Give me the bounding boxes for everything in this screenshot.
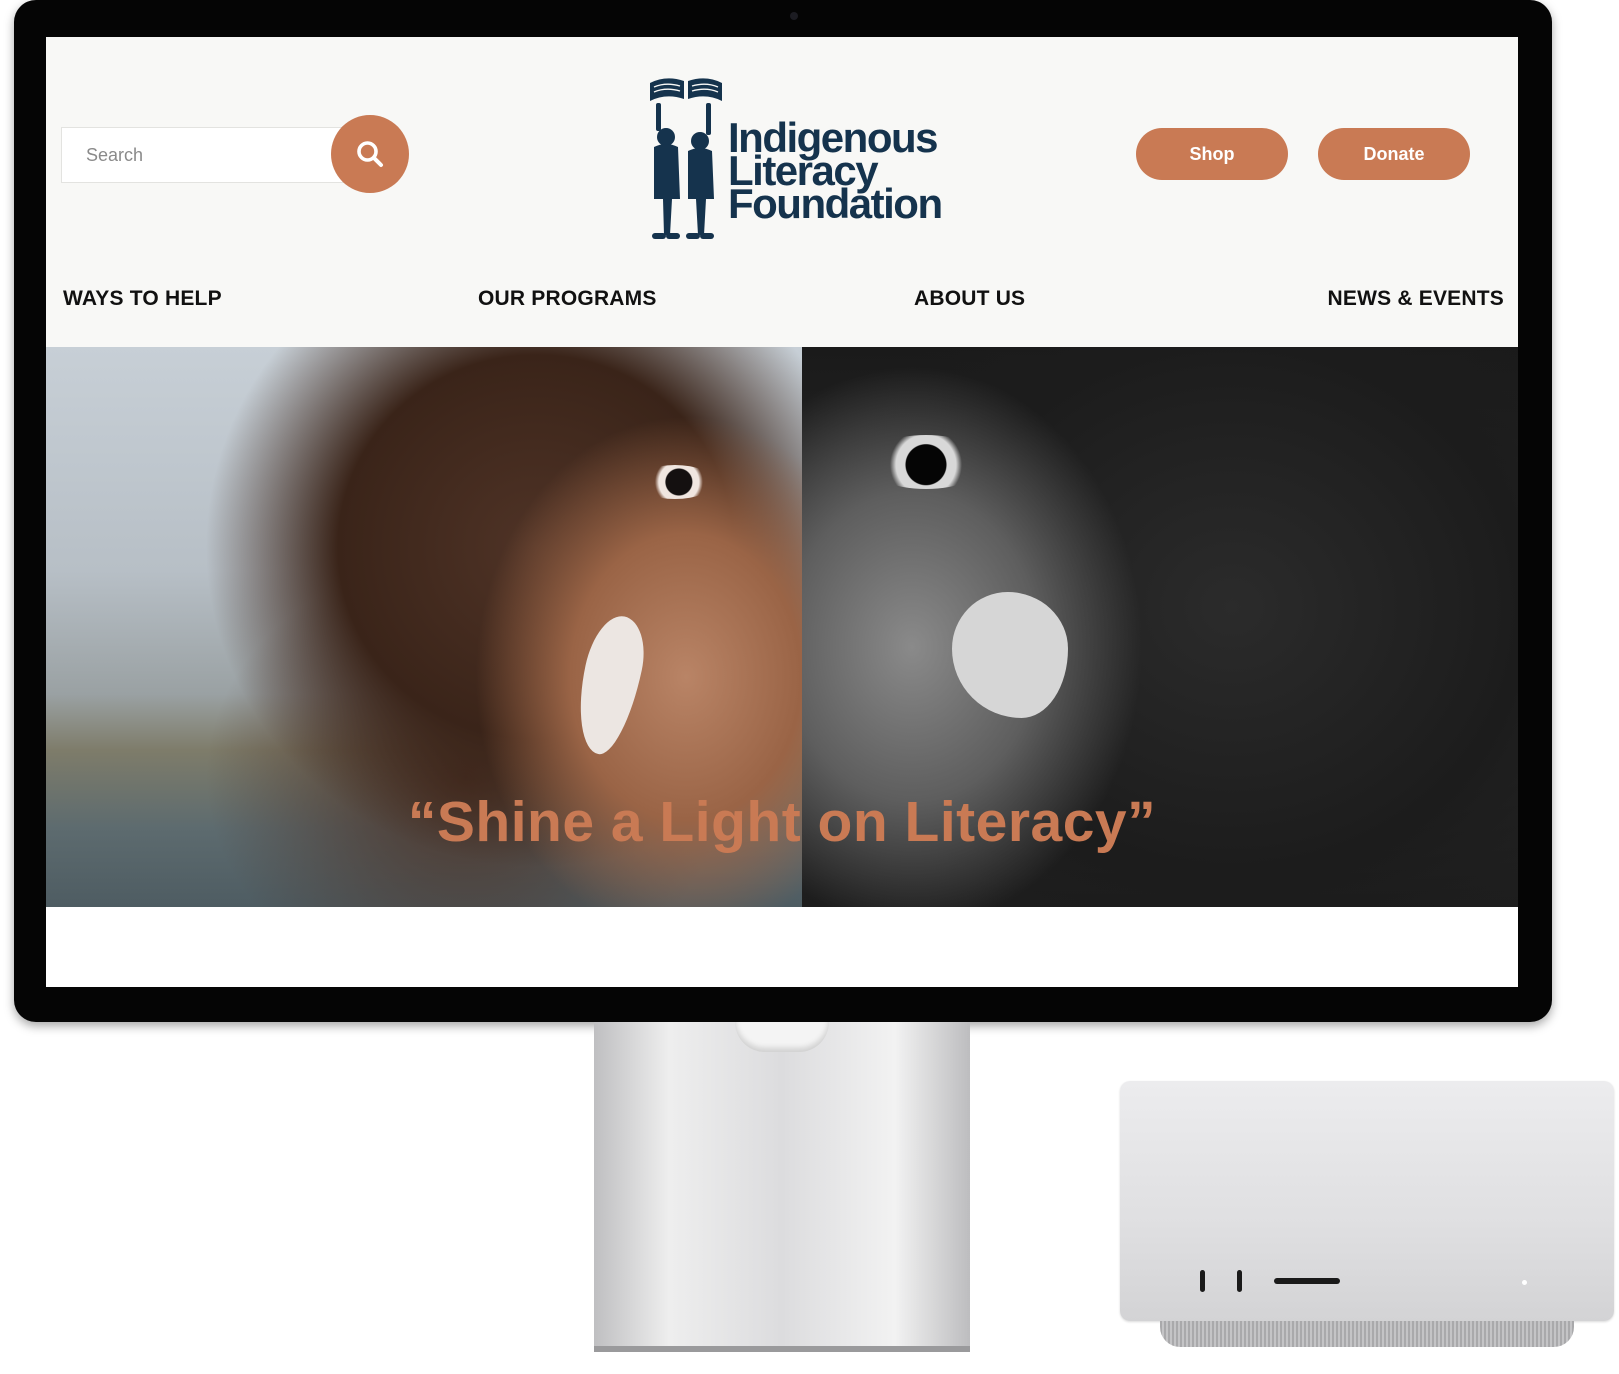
product-mockup: Indigenous Literacy Foundation Shop Dona… [0,0,1619,1374]
sd-card-slot-icon [1274,1278,1340,1284]
main-nav: WAYS TO HELP OUR PROGRAMS ABOUT US NEWS … [46,287,1518,327]
search-input[interactable] [62,128,332,182]
children-holding-book-icon [650,78,722,239]
hero-photo-eye [636,465,714,499]
mac-studio-vent [1160,1321,1574,1347]
monitor-stand [594,1022,970,1352]
donate-button[interactable]: Donate [1318,128,1470,180]
power-led-icon [1522,1280,1527,1285]
site-header: Indigenous Literacy Foundation Shop Dona… [46,37,1518,347]
hero-photo-eye-grayscale [866,435,986,489]
hero-caption: “Shine a Light on Literacy” [407,790,1157,854]
search-button[interactable] [331,115,409,193]
studio-display-monitor: Indigenous Literacy Foundation Shop Dona… [14,0,1552,1022]
logo-wordmark: Indigenous Literacy Foundation [728,117,943,227]
mac-studio-body [1120,1081,1614,1321]
nav-ways-to-help[interactable]: WAYS TO HELP [63,287,222,311]
nav-news-events[interactable]: NEWS & EVENTS [1328,287,1504,311]
website-screen: Indigenous Literacy Foundation Shop Dona… [46,37,1518,987]
shop-button[interactable]: Shop [1136,128,1288,180]
mac-studio-computer [1120,1081,1614,1351]
usb-c-port-icon [1237,1270,1242,1292]
logo-line-3: Foundation [728,180,943,227]
nav-our-programs[interactable]: OUR PROGRAMS [478,287,657,311]
camera-icon [790,12,798,20]
search-icon [357,141,383,167]
site-logo[interactable]: Indigenous Literacy Foundation [646,75,966,247]
hero-banner: “Shine a Light on Literacy” [46,347,1518,907]
usb-c-port-icon [1200,1270,1205,1292]
nav-about-us[interactable]: ABOUT US [914,287,1025,311]
